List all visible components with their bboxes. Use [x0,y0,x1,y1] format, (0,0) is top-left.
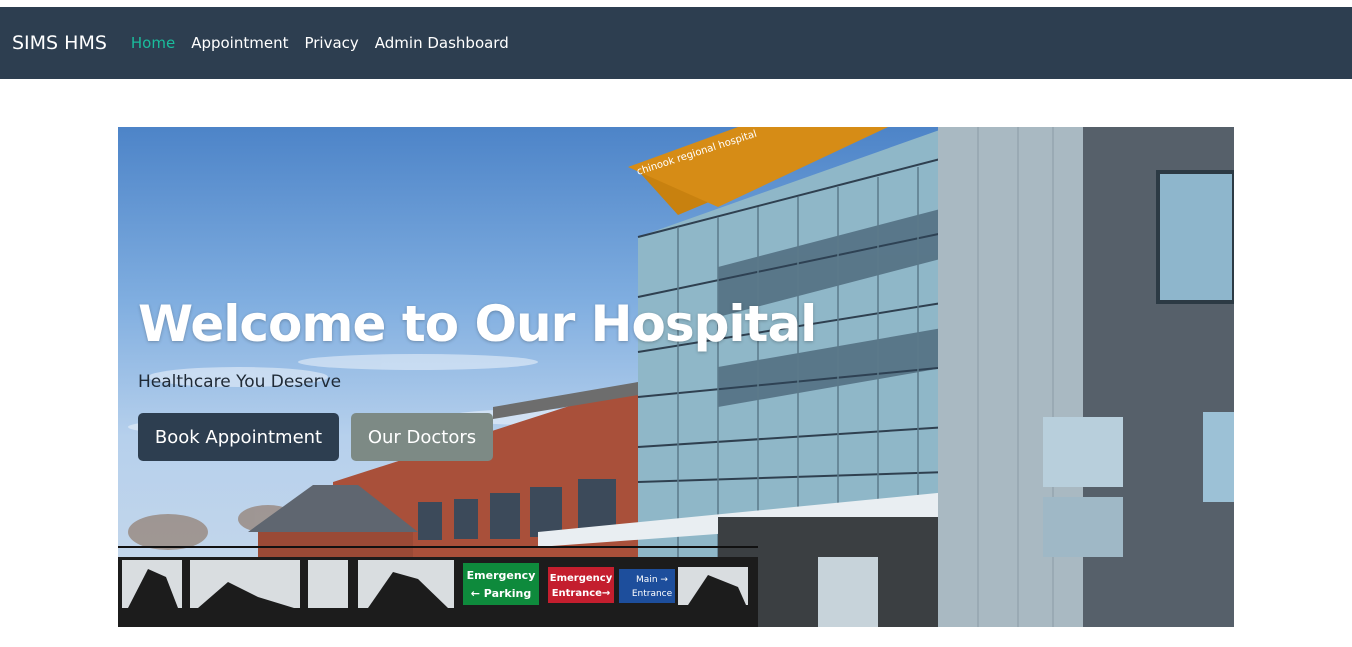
sign-parking-line2: ← Parking [471,587,531,600]
nav-link-privacy[interactable]: Privacy [304,34,358,52]
nav-link-admin-dashboard[interactable]: Admin Dashboard [375,34,509,52]
book-appointment-button[interactable]: Book Appointment [138,413,339,461]
hero-title: Welcome to Our Hospital [138,295,817,353]
sign-emergency-line1: Emergency [550,573,613,584]
sign-emergency-line2: Entrance→ [552,588,611,599]
brand-logo-text[interactable]: SIMS HMS [12,32,107,54]
our-doctors-button[interactable]: Our Doctors [351,413,493,461]
hero-banner: Emergency ← Parking Emergency Entrance→ … [118,127,1234,627]
sign-main-line2: Entrance [632,589,673,599]
nav-links: Home Appointment Privacy Admin Dashboard [131,34,525,52]
sign-main-line1: Main → [636,575,668,585]
nav-link-appointment[interactable]: Appointment [191,34,288,52]
sign-parking-line1: Emergency [467,569,536,582]
top-strip [0,0,1352,7]
nav-link-home[interactable]: Home [131,34,175,52]
hero-subtitle: Healthcare You Deserve [138,372,342,392]
navbar: SIMS HMS Home Appointment Privacy Admin … [0,7,1352,79]
